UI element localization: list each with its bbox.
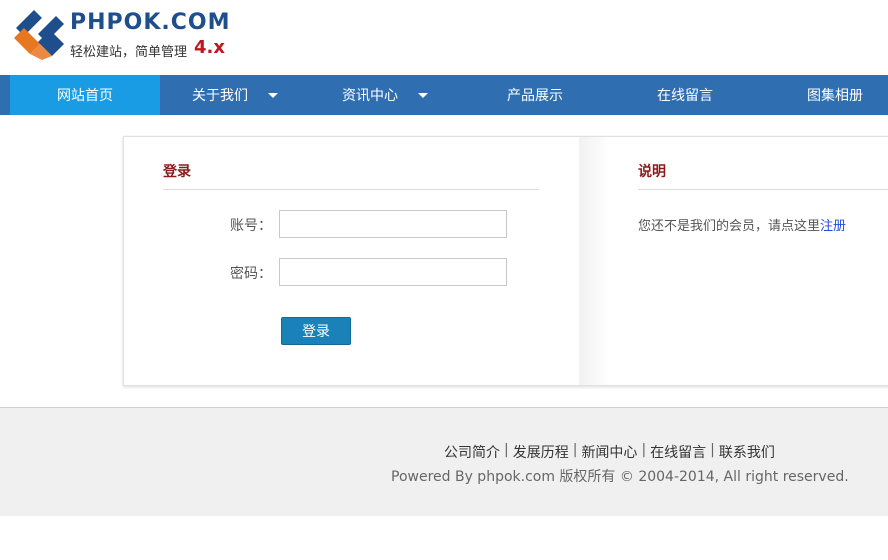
register-link[interactable]: 注册 [820, 219, 846, 234]
footer-link-contact[interactable]: 联系我们 [719, 442, 775, 462]
nav-item-label: 产品展示 [507, 88, 563, 104]
site-footer: 公司简介 | 发展历程 | 新闻中心 | 在线留言 | 联系我们 Powered… [0, 407, 888, 516]
footer-link-guestbook[interactable]: 在线留言 [650, 442, 706, 462]
nav-item-about[interactable]: 关于我们 [160, 75, 310, 115]
footer-links: 公司简介 | 发展历程 | 新闻中心 | 在线留言 | 联系我们 [444, 442, 775, 462]
site-logo-title[interactable]: PHPOK.COM [70, 10, 231, 35]
password-label: 密码： [230, 266, 272, 282]
nav-item-home[interactable]: 网站首页 [10, 75, 160, 115]
nav-item-news[interactable]: 资讯中心 [310, 75, 460, 115]
login-title: 登录 [163, 164, 191, 180]
login-button[interactable]: 登录 [281, 317, 351, 345]
footer-link-company[interactable]: 公司简介 [444, 442, 500, 462]
login-card: 登录 账号： 密码： 登录 说明 您还不是我们的会员，请点这里注册 [123, 136, 888, 386]
main-nav: 网站首页 关于我们 资讯中心 产品展示 在线留言 图集相册 [0, 75, 888, 115]
account-input[interactable] [279, 210, 507, 238]
phpok-logo-icon[interactable] [12, 8, 68, 60]
account-label: 账号： [230, 218, 272, 234]
info-title: 说明 [638, 164, 666, 180]
nav-item-label: 在线留言 [657, 88, 713, 104]
nav-item-products[interactable]: 产品展示 [460, 75, 610, 115]
footer-link-history[interactable]: 发展历程 [513, 442, 569, 462]
nav-item-guestbook[interactable]: 在线留言 [610, 75, 760, 115]
caret-down-icon [268, 92, 278, 98]
site-header: PHPOK.COM 轻松建站，简单管理 4.x [0, 0, 888, 75]
divider [163, 189, 539, 190]
info-message: 您还不是我们的会员，请点这里 [638, 219, 821, 234]
info-panel: 说明 您还不是我们的会员，请点这里注册 [579, 137, 888, 385]
nav-item-label: 关于我们 [192, 88, 248, 104]
divider [638, 189, 888, 190]
site-version: 4.x [194, 37, 225, 58]
login-panel: 登录 账号： 密码： 登录 [124, 137, 579, 385]
footer-link-news[interactable]: 新闻中心 [581, 442, 637, 462]
nav-item-label: 图集相册 [807, 88, 863, 104]
site-slogan: 轻松建站，简单管理 [70, 45, 188, 60]
nav-item-label: 资讯中心 [342, 88, 398, 104]
footer-separator: | [504, 442, 509, 458]
footer-separator: | [572, 442, 578, 458]
nav-item-gallery[interactable]: 图集相册 [760, 75, 888, 115]
info-text: 您还不是我们的会员，请点这里注册 [638, 215, 846, 234]
footer-separator: | [710, 442, 715, 458]
copyright-text: Powered By phpok.com 版权所有 © 2004-2014, A… [391, 469, 849, 485]
caret-down-icon [418, 92, 428, 98]
password-input[interactable] [279, 258, 507, 286]
footer-separator: | [641, 442, 647, 458]
nav-item-label: 网站首页 [57, 88, 113, 104]
